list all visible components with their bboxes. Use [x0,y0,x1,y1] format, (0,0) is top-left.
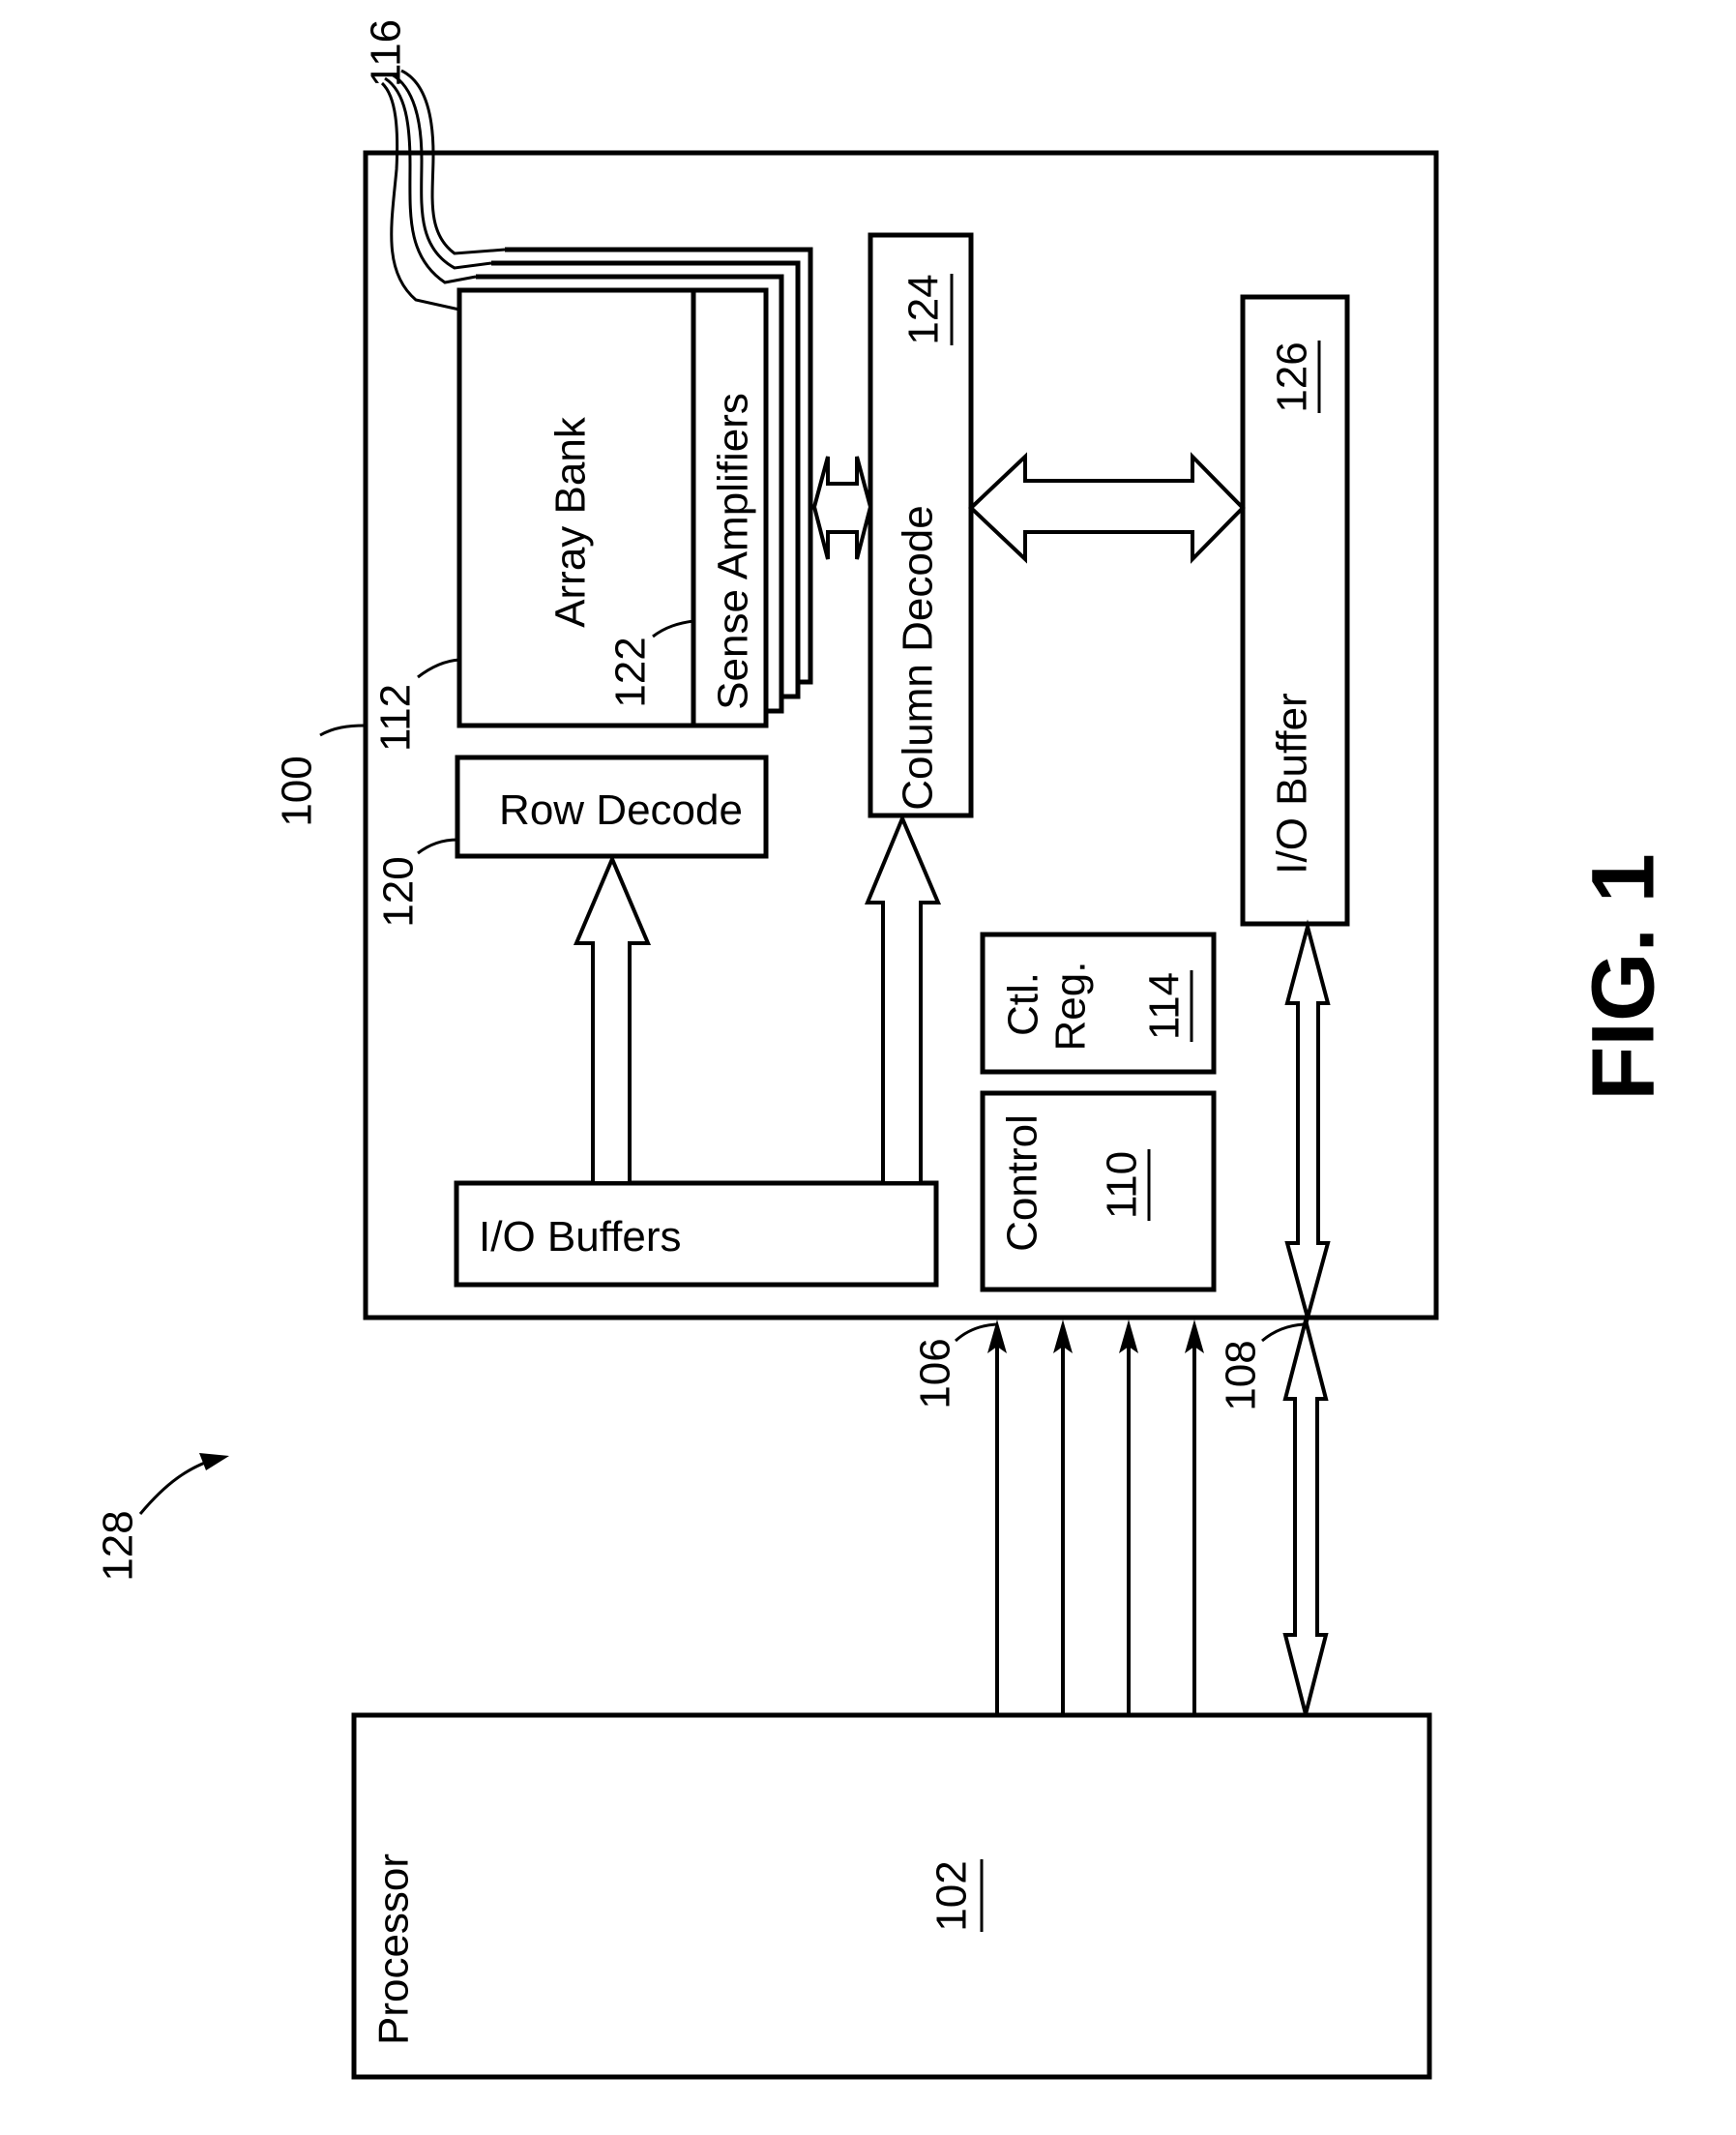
ref-106: 106 [912,1338,959,1409]
ref-122: 122 [607,637,655,707]
data-bus-arrow [1282,1313,1329,1715]
ref-112: 112 [372,684,420,752]
figure-title: FIG. 1 [1574,853,1672,1101]
processor-box [351,1712,1432,2080]
array-bank-label: Array Bank [547,416,595,628]
ref-114: 114 [1141,972,1189,1040]
ref-126: 126 [1269,341,1316,412]
ref-128: 128 [95,1510,142,1581]
ref-102: 102 [928,1860,976,1931]
processor-label: Processor [370,1853,418,2045]
ref-116: 116 [363,19,410,87]
memory-system-diagram: 116 Array Bank Sense Amplifiers 122 112 … [95,19,1672,2080]
leader-108 [1261,1322,1305,1343]
ref-124: 124 [900,274,948,344]
row-decode-label: Row Decode [499,786,743,834]
io-buffers-label: I/O Buffers [479,1213,682,1260]
control-label: Control [999,1114,1046,1252]
sense-amplifiers-label: Sense Amplifiers [710,393,757,710]
ref-100: 100 [274,756,321,826]
column-decode-label: Column Decode [895,505,942,811]
leader-106 [954,1322,997,1343]
leader-100 [319,724,366,737]
control-lines [987,1320,1204,1715]
system-ref-arrowhead [199,1453,229,1470]
io-buffer-label: I/O Buffer [1269,693,1316,875]
ref-120: 120 [375,856,423,927]
ctl-reg-label-line2: Reg. [1047,962,1095,1052]
ref-108: 108 [1218,1340,1265,1410]
ref-110: 110 [1099,1151,1146,1219]
ctl-reg-label-line1: Ctl. [1000,972,1047,1036]
